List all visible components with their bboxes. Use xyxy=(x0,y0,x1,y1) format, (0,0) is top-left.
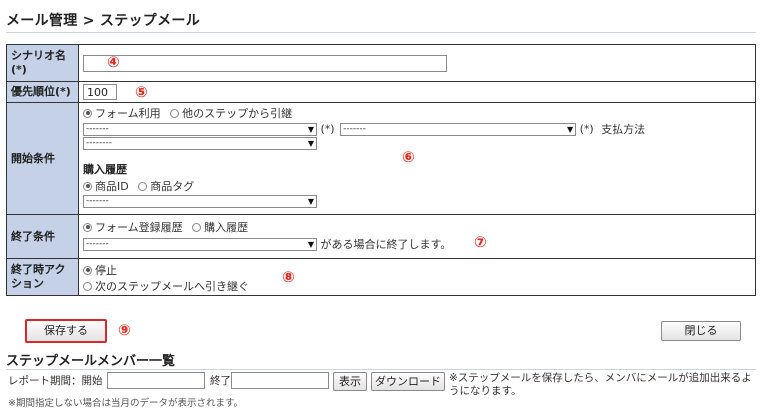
breadcrumb-separator: > xyxy=(82,13,95,29)
report-period-start-label: レポート期間：開始 xyxy=(8,375,103,387)
page-title: メール管理 > ステップメール xyxy=(6,10,200,30)
report-end-input[interactable] xyxy=(231,372,329,389)
marker-8: ⑧ xyxy=(282,268,295,286)
scenario-name-input[interactable] xyxy=(83,54,447,72)
required-mark: (*) xyxy=(320,122,335,136)
radio-product-id-label: 商品ID xyxy=(95,180,129,193)
start-condition-label: 開始条件 xyxy=(6,102,79,215)
end-condition-suffix: がある場合に終了します。 xyxy=(320,238,452,251)
chevron-down-icon: ▼ xyxy=(307,124,314,134)
start-sub-select[interactable]: -------- ▼ xyxy=(83,136,317,150)
action-radio-stop-label: 停止 xyxy=(95,264,117,277)
chevron-down-icon: ▼ xyxy=(307,239,314,249)
end-condition-label: 終了条件 xyxy=(6,214,79,259)
marker-9: ⑨ xyxy=(118,321,131,339)
end-radio-form-history-label: フォーム登録履歴 xyxy=(95,221,183,234)
priority-label: 優先順位(*) xyxy=(6,81,79,103)
start-radio-other-label: 他のステップから引継 xyxy=(182,107,293,120)
end-condition-select[interactable]: ------- ▼ xyxy=(83,237,317,251)
report-start-input[interactable] xyxy=(107,372,205,389)
marker-5: ⑤ xyxy=(135,83,148,101)
download-button[interactable]: ダウンロード xyxy=(371,372,445,391)
title-divider xyxy=(6,32,756,33)
step-mail-form: シナリオ名(*) ④ 優先順位(*) 100 ⑤ 開始条件 フォーム利用 他のス… xyxy=(6,44,756,296)
save-button[interactable]: 保存する xyxy=(25,319,107,343)
end-radio-purchase-history[interactable] xyxy=(192,222,202,232)
report-period-end-label: 終了 xyxy=(210,375,231,387)
radio-product-tag-label: 商品タグ xyxy=(150,180,195,193)
start-radio-group: フォーム利用 他のステップから引継 xyxy=(83,105,292,121)
end-radio-group: フォーム登録履歴 購入履歴 xyxy=(83,219,248,235)
period-note: ※期間指定しない場合は当月のデータが表示されます。 xyxy=(8,398,244,409)
payment-method-label: 支払方法 xyxy=(601,123,646,136)
required-mark: (*) xyxy=(579,122,594,136)
breadcrumb-root: メール管理 xyxy=(6,13,78,29)
action-radio-next[interactable] xyxy=(83,281,92,291)
show-button[interactable]: 表示 xyxy=(333,372,367,391)
radio-product-id[interactable] xyxy=(83,181,92,191)
chevron-down-icon: ▼ xyxy=(566,124,574,134)
radio-product-tag[interactable] xyxy=(138,181,148,191)
chevron-down-icon: ▼ xyxy=(307,138,314,148)
action-radio-next-label: 次のステップメールへ引き継ぐ xyxy=(95,280,249,293)
start-radio-form[interactable] xyxy=(83,108,92,118)
end-radio-purchase-history-label: 購入履歴 xyxy=(204,221,249,234)
breadcrumb-current: ステップメール xyxy=(99,13,201,29)
purchase-history-heading: 購入履歴 xyxy=(83,163,127,176)
start-radio-other[interactable] xyxy=(170,108,180,118)
marker-4: ④ xyxy=(107,53,120,71)
purchase-radio-group: 商品ID 商品タグ xyxy=(83,178,194,194)
marker-7: ⑦ xyxy=(474,233,487,251)
members-divider xyxy=(6,369,756,370)
action-radio-stop[interactable] xyxy=(83,265,92,275)
end-action-label: 終了時アクション xyxy=(6,258,79,296)
chevron-down-icon: ▼ xyxy=(307,196,314,206)
marker-6: ⑥ xyxy=(402,148,415,166)
members-section-title: ステップメールメンバー一覧 xyxy=(6,354,176,369)
scenario-name-label: シナリオ名(*) xyxy=(6,44,79,82)
save-note: ※ステップメールを保存したら、メンバにメールが追加出来るようになります。 xyxy=(449,372,752,397)
start-item-select[interactable]: ------- ▼ xyxy=(340,122,577,136)
purchase-select[interactable]: ------- ▼ xyxy=(83,194,317,208)
end-radio-form-history[interactable] xyxy=(83,222,92,232)
start-radio-form-label: フォーム利用 xyxy=(95,107,161,120)
start-form-select[interactable]: ------- ▼ xyxy=(83,122,317,136)
close-button[interactable]: 閉じる xyxy=(661,321,741,341)
priority-input[interactable]: 100 xyxy=(83,84,117,100)
